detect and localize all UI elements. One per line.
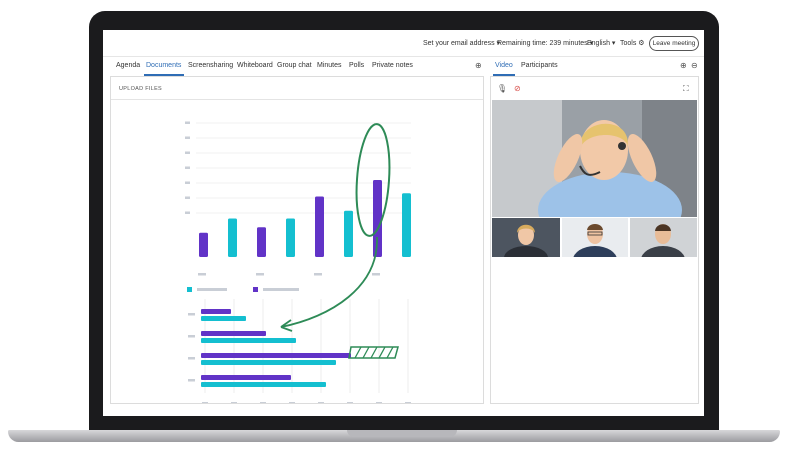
y-tick-label <box>185 121 190 124</box>
tab-whiteboard[interactable]: Whiteboard <box>237 62 273 69</box>
tab-polls[interactable]: Polls <box>349 62 364 69</box>
video-panel: 🎙 ⊘ ⛶ <box>490 76 699 404</box>
x-tick-label <box>231 402 237 403</box>
bar <box>199 232 208 257</box>
x-tick-label <box>289 402 295 403</box>
bar <box>315 196 324 257</box>
app-screen: Set your email address ▾ Remaining time:… <box>103 30 704 416</box>
horizontal-bar-chart <box>188 299 411 403</box>
leave-meeting-button[interactable]: Leave meeting <box>649 36 699 51</box>
main-video-feed[interactable] <box>492 100 697 217</box>
x-tick-label <box>376 402 382 403</box>
document-chart <box>185 121 411 403</box>
x-tick-label <box>198 273 206 276</box>
participant-thumbnail-1[interactable] <box>492 218 560 257</box>
fullscreen-icon[interactable]: ⛶ <box>683 84 689 94</box>
bar <box>201 360 336 365</box>
document-panel: UPLOAD FILES <box>110 76 484 404</box>
legend-swatch <box>253 287 258 292</box>
top-bar: Set your email address ▾ Remaining time:… <box>103 30 704 57</box>
y-tick-label <box>188 313 195 316</box>
legend-text <box>197 288 227 291</box>
bar <box>257 227 266 257</box>
bar <box>286 218 295 257</box>
y-tick-label <box>188 379 195 382</box>
participant-1-image <box>492 218 560 257</box>
tab-screensharing[interactable]: Screensharing <box>188 62 233 69</box>
y-tick-label <box>185 181 190 184</box>
participant-2-image <box>562 218 628 257</box>
tab-minutes[interactable]: Minutes <box>317 62 342 69</box>
participant-3-image <box>630 218 697 257</box>
remaining-time-dropdown[interactable]: Remaining time: 239 minutes ▾ <box>497 39 593 47</box>
language-dropdown[interactable]: English ▾ <box>587 39 615 47</box>
y-tick-label <box>188 357 195 360</box>
x-tick-label <box>260 402 266 403</box>
email-dropdown[interactable]: Set your email address ▾ <box>423 39 500 47</box>
vertical-bar-chart <box>185 121 411 292</box>
zoom-out-icon[interactable]: ⊖ <box>691 61 698 70</box>
tab-agenda[interactable]: Agenda <box>116 62 140 69</box>
microphone-icon[interactable]: 🎙 <box>497 84 507 93</box>
participant-thumbnail-2[interactable] <box>562 218 628 257</box>
participant-thumbnail-3[interactable] <box>630 218 697 257</box>
bar <box>201 375 291 380</box>
tab-video[interactable]: Video <box>495 62 513 69</box>
tab-private-notes[interactable]: Private notes <box>372 62 413 69</box>
bar <box>201 353 351 358</box>
y-tick-label <box>188 335 195 338</box>
laptop-notch <box>347 430 457 437</box>
bar <box>402 193 411 257</box>
bar <box>201 331 266 336</box>
speaker-image <box>492 100 697 217</box>
tools-menu[interactable]: Tools ⚙ <box>620 39 645 47</box>
bar <box>201 338 296 343</box>
y-tick-label <box>185 211 190 214</box>
bar <box>201 382 326 387</box>
legend-text <box>263 288 299 291</box>
tab-participants[interactable]: Participants <box>521 62 558 69</box>
bar <box>228 218 237 257</box>
add-tab-icon[interactable]: ⊕ <box>475 61 482 70</box>
legend-swatch <box>187 287 192 292</box>
tab-documents[interactable]: Documents <box>146 62 181 69</box>
bar <box>201 316 246 321</box>
y-tick-label <box>185 166 190 169</box>
x-tick-label <box>314 273 322 276</box>
camera-off-icon[interactable]: ⊘ <box>514 84 521 93</box>
x-tick-label <box>405 402 411 403</box>
annotation-hatch-lines <box>354 346 394 359</box>
y-tick-label <box>185 136 190 139</box>
x-tick-label <box>256 273 264 276</box>
bar <box>344 210 353 257</box>
x-tick-label <box>372 273 380 276</box>
y-tick-label <box>185 196 190 199</box>
x-tick-label <box>202 402 208 403</box>
y-tick-label <box>185 151 190 154</box>
tab-group-chat[interactable]: Group chat <box>277 62 312 69</box>
x-tick-label <box>318 402 324 403</box>
zoom-in-icon[interactable]: ⊕ <box>680 61 687 70</box>
x-tick-label <box>347 402 353 403</box>
bar <box>201 309 231 314</box>
annotation-arrow-curve <box>280 236 378 328</box>
